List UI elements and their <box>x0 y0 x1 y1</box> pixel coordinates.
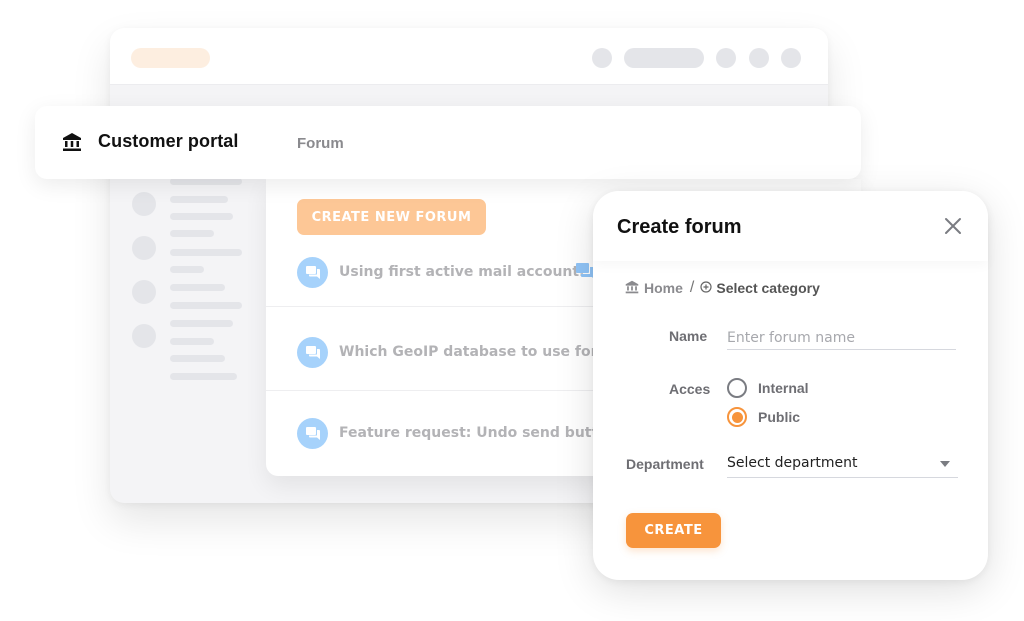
skeleton-line <box>170 178 242 185</box>
toolbar-pill <box>624 48 704 68</box>
bank-icon <box>62 132 82 152</box>
modal-title: Create forum <box>617 216 742 238</box>
skeleton-line <box>170 196 228 203</box>
skeleton-line <box>170 320 233 327</box>
name-label: Name <box>669 328 708 344</box>
breadcrumb-home[interactable]: Home <box>644 280 683 296</box>
window-topbar <box>110 28 828 85</box>
skeleton-line <box>170 338 214 345</box>
radio-button[interactable] <box>727 407 747 427</box>
nav-forum[interactable]: Forum <box>297 135 344 152</box>
plus-circle-icon <box>700 280 712 296</box>
forum-item-title: Feature request: Undo send button f <box>339 425 629 441</box>
toolbar-dot <box>592 48 612 68</box>
skeleton-line <box>170 249 242 256</box>
skeleton-avatar <box>132 280 156 304</box>
bank-icon <box>625 280 639 297</box>
skeleton-line <box>170 284 225 291</box>
toolbar-dot <box>781 48 801 68</box>
forum-item-title: Using first active mail account. <box>339 264 585 280</box>
toolbar-dot <box>716 48 736 68</box>
skeleton-line <box>170 230 214 237</box>
create-forum-modal: Create forum Home / Select category Name… <box>593 191 988 580</box>
skeleton-avatar <box>132 324 156 348</box>
skeleton-line <box>170 266 204 273</box>
modal-header: Create forum <box>593 191 988 261</box>
radio-internal[interactable]: Internal <box>727 378 809 398</box>
radio-label: Public <box>758 409 801 425</box>
department-select-value: Select department <box>727 455 858 471</box>
skeleton-line <box>170 355 225 362</box>
skeleton-line <box>170 213 233 220</box>
chat-icon <box>297 337 328 368</box>
department-label: Department <box>626 456 704 472</box>
skeleton-line <box>170 373 237 380</box>
breadcrumb-separator: / <box>689 279 695 296</box>
access-label: Acces <box>669 381 711 397</box>
chat-icon <box>297 257 328 288</box>
radio-button[interactable] <box>727 378 747 398</box>
skeleton-avatar <box>132 236 156 260</box>
breadcrumb-select-category[interactable]: Select category <box>716 280 820 296</box>
skeleton-avatar <box>132 192 156 216</box>
radio-public[interactable]: Public <box>727 407 800 427</box>
app-header: Customer portal Forum <box>35 106 861 179</box>
toolbar-dot <box>749 48 769 68</box>
radio-label: Internal <box>758 380 809 396</box>
logo-placeholder <box>131 48 210 68</box>
caret-down-icon <box>940 461 950 467</box>
app-title: Customer portal <box>98 131 239 151</box>
skeleton-line <box>170 302 242 309</box>
chat-icon <box>297 418 328 449</box>
close-icon[interactable] <box>943 216 963 236</box>
breadcrumb: Home / Select category <box>625 279 820 297</box>
department-select[interactable]: Select department <box>727 453 958 478</box>
create-button[interactable]: CREATE <box>626 513 721 548</box>
forum-item-title: Which GeoIP database to use for the <box>339 344 629 360</box>
forum-name-input[interactable] <box>727 326 956 350</box>
create-new-forum-button[interactable]: CREATE NEW FORUM <box>297 199 486 235</box>
